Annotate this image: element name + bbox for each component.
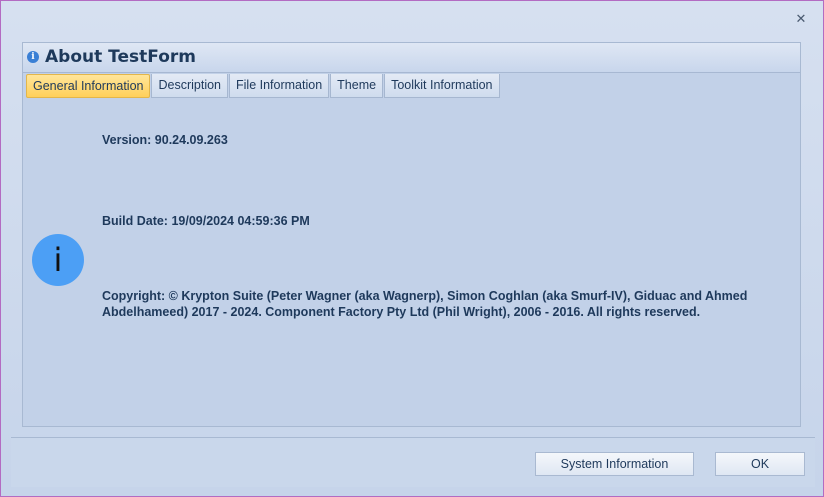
tab-description[interactable]: Description (151, 74, 229, 98)
info-icon: i (32, 234, 84, 286)
build-date-label: Build Date: 19/09/2024 04:59:36 PM (102, 214, 310, 228)
version-label: Version: 90.24.09.263 (102, 133, 228, 147)
info-small-icon: i (27, 51, 39, 63)
tab-theme[interactable]: Theme (330, 74, 384, 98)
tab-file-information[interactable]: File Information (229, 74, 330, 98)
about-panel: i About TestForm General Information Des… (22, 42, 801, 427)
dialog-footer: System Information OK (11, 437, 815, 487)
system-information-button[interactable]: System Information (535, 452, 694, 476)
tab-general-information[interactable]: General Information (26, 74, 151, 98)
general-information-content: i Version: 90.24.09.263 Build Date: 19/0… (23, 101, 800, 426)
close-icon[interactable]: ✕ (793, 12, 809, 28)
dialog-title: About TestForm (45, 47, 196, 67)
dialog-header: i About TestForm (23, 43, 800, 73)
about-dialog: ✕ i About TestForm General Information D… (0, 0, 824, 497)
copyright-label: Copyright: © Krypton Suite (Peter Wagner… (102, 289, 748, 319)
ok-button[interactable]: OK (715, 452, 805, 476)
tab-strip: General Information Description File Inf… (26, 74, 501, 100)
tab-toolkit-information[interactable]: Toolkit Information (384, 74, 500, 98)
